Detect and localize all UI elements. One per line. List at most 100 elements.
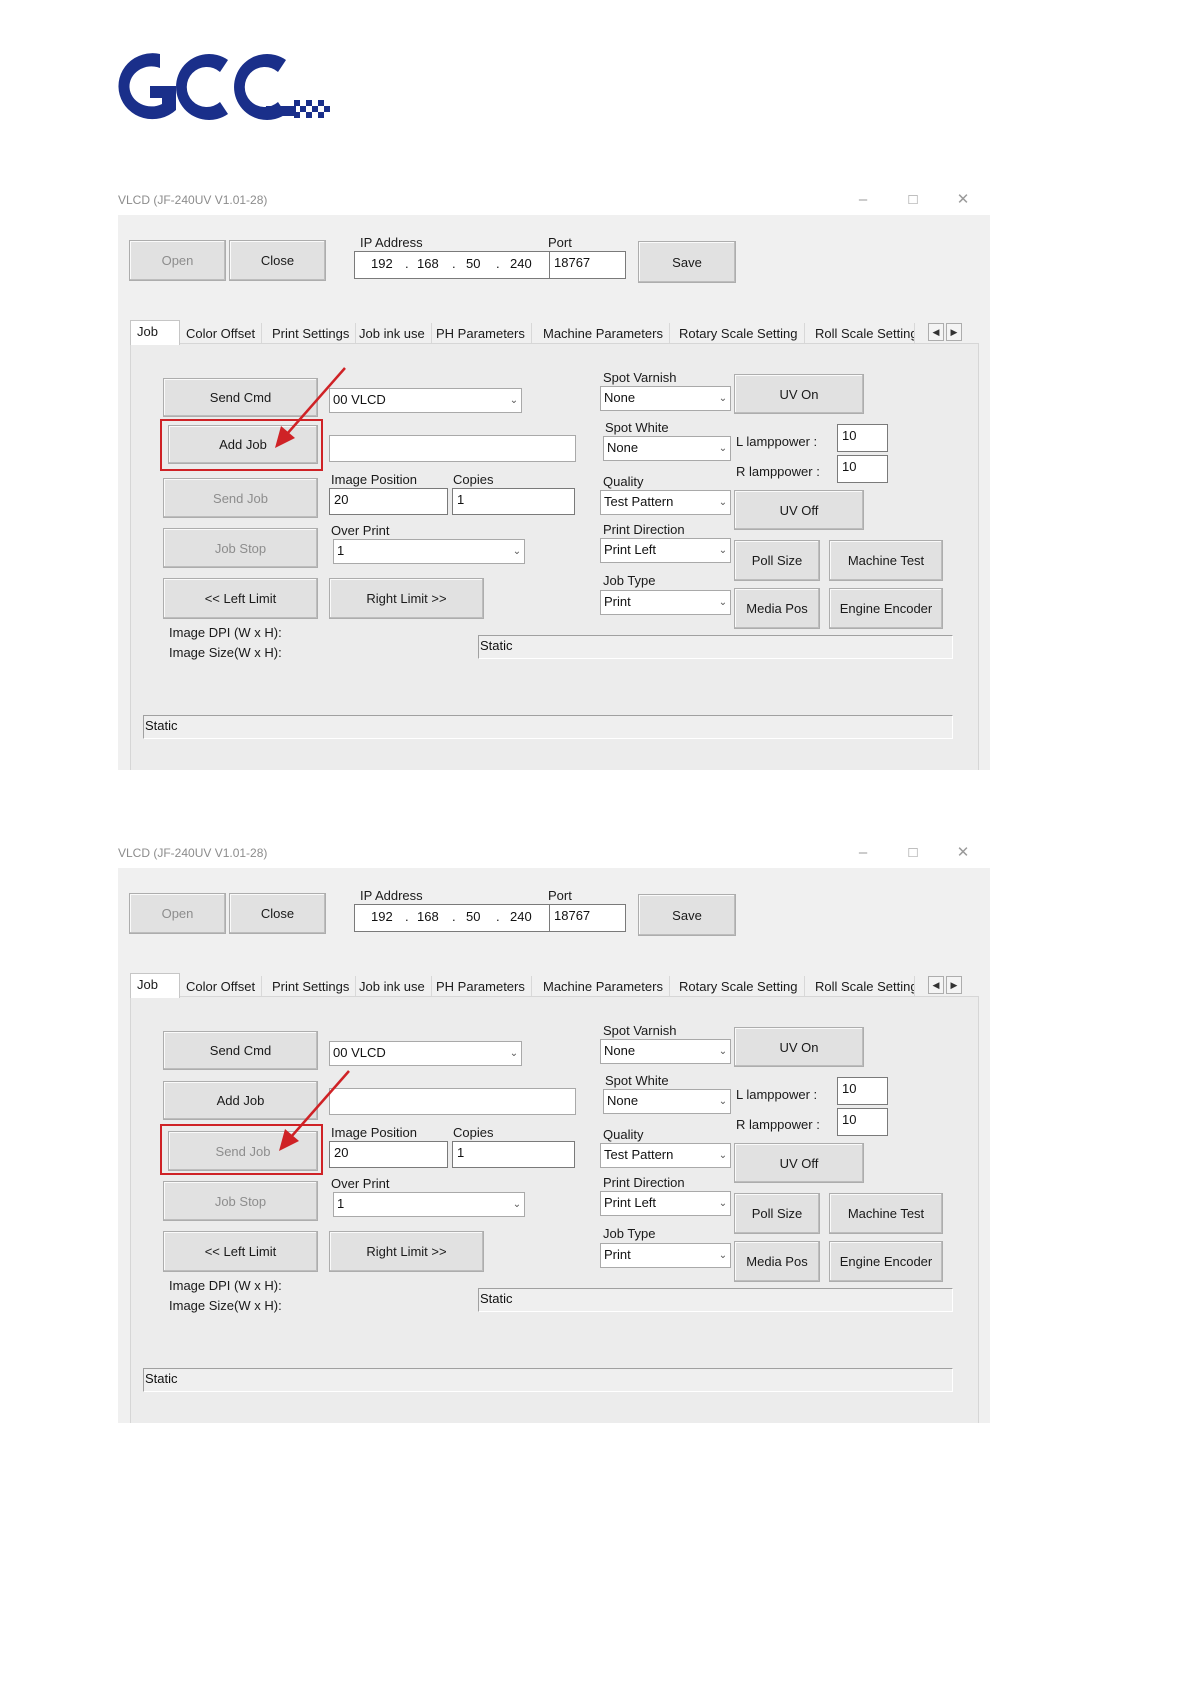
tab-job[interactable]: Job	[130, 320, 180, 345]
spot-varnish-select[interactable]: None	[600, 386, 731, 411]
close-button[interactable]: Close	[229, 893, 326, 934]
uv-off-button[interactable]: UV Off	[734, 1143, 864, 1183]
tab-print-settings[interactable]: Print Settings	[266, 323, 357, 344]
tab-color-offset[interactable]: Color Offset	[180, 976, 263, 997]
tab-job-ink-use[interactable]: Job ink use	[353, 323, 432, 344]
l-lamppower-label: L lamppower :	[736, 1087, 818, 1102]
close-button[interactable]: Close	[229, 240, 326, 281]
tab-rotary-scale-setting[interactable]: Rotary Scale Setting	[673, 976, 805, 997]
engine-encoder-button[interactable]: Engine Encoder	[829, 1241, 943, 1282]
send-job-button[interactable]: Send Job	[163, 478, 318, 518]
copies-input[interactable]: 1	[452, 488, 575, 515]
minimize-icon[interactable]: –	[851, 188, 875, 212]
ip-address-input[interactable]: 192 . 168 . 50 . 240	[354, 904, 550, 932]
image-position-input[interactable]: 20	[329, 488, 448, 515]
print-direction-select[interactable]: Print Left	[600, 538, 731, 563]
l-lamppower-input[interactable]: 10	[837, 1077, 888, 1105]
print-direction-select[interactable]: Print Left	[600, 1191, 731, 1216]
ip-octet-2: 168	[417, 909, 439, 924]
command-select[interactable]: 00 VLCD	[329, 388, 522, 413]
job-file-path[interactable]	[329, 1088, 576, 1115]
tab-job[interactable]: Job	[130, 973, 180, 998]
job-stop-button[interactable]: Job Stop	[163, 1181, 318, 1221]
spot-white-label: Spot White	[605, 420, 669, 435]
status-static-text: Static	[143, 715, 953, 739]
info-static-text: Static	[478, 1288, 953, 1312]
open-button[interactable]: Open	[129, 240, 226, 281]
port-input[interactable]: 18767	[549, 251, 626, 279]
tab-ph-parameters[interactable]: PH Parameters	[430, 976, 532, 997]
job-stop-button[interactable]: Job Stop	[163, 528, 318, 568]
tab-scroll-right-icon[interactable]: ▶	[946, 976, 962, 994]
quality-select[interactable]: Test Pattern	[600, 1143, 731, 1168]
copies-input[interactable]: 1	[452, 1141, 575, 1168]
image-position-label: Image Position	[331, 472, 417, 487]
r-lamppower-input[interactable]: 10	[837, 455, 888, 483]
job-file-path[interactable]	[329, 435, 576, 462]
send-cmd-button[interactable]: Send Cmd	[163, 1031, 318, 1070]
r-lamppower-input[interactable]: 10	[837, 1108, 888, 1136]
tab-roll-scale-setting[interactable]: Roll Scale Setting	[809, 323, 915, 344]
ip-address-input[interactable]: 192 . 168 . 50 . 240	[354, 251, 550, 279]
uv-off-button[interactable]: UV Off	[734, 490, 864, 530]
dialog-client: Open Close IP Address 192 . 168 . 50 . 2…	[118, 215, 990, 770]
poll-size-button[interactable]: Poll Size	[734, 540, 820, 581]
maximize-icon[interactable]: □	[901, 841, 925, 865]
save-button[interactable]: Save	[638, 894, 736, 936]
tab-scroll-left-icon[interactable]: ◀	[928, 976, 944, 994]
minimize-icon[interactable]: –	[851, 841, 875, 865]
media-pos-button[interactable]: Media Pos	[734, 588, 820, 629]
uv-on-button[interactable]: UV On	[734, 374, 864, 414]
tab-scroll-right-icon[interactable]: ▶	[946, 323, 962, 341]
info-static-text: Static	[478, 635, 953, 659]
poll-size-button[interactable]: Poll Size	[734, 1193, 820, 1234]
spot-varnish-select[interactable]: None	[600, 1039, 731, 1064]
close-icon[interactable]: ✕	[951, 188, 975, 212]
right-limit-button[interactable]: Right Limit >>	[329, 1231, 484, 1272]
tab-print-settings[interactable]: Print Settings	[266, 976, 357, 997]
chevron-down-icon: ⌄	[718, 1096, 728, 1107]
image-size-label: Image Size(W x H):	[169, 1298, 282, 1313]
spot-white-select[interactable]: None	[603, 1089, 731, 1114]
machine-test-button[interactable]: Machine Test	[829, 1193, 943, 1234]
l-lamppower-input[interactable]: 10	[837, 424, 888, 452]
left-limit-button[interactable]: << Left Limit	[163, 578, 318, 619]
spot-white-select[interactable]: None	[603, 436, 731, 461]
over-print-select[interactable]: 1	[333, 539, 525, 564]
right-limit-button[interactable]: Right Limit >>	[329, 578, 484, 619]
over-print-label: Over Print	[331, 523, 390, 538]
job-type-select[interactable]: Print	[600, 590, 731, 615]
image-size-label: Image Size(W x H):	[169, 645, 282, 660]
over-print-select[interactable]: 1	[333, 1192, 525, 1217]
job-tab-panel: Send Cmd 00 VLCD ⌄ Add Job Send Job Imag…	[130, 996, 979, 1423]
title-bar: VLCD (JF-240UV V1.01-28) – □ ✕	[118, 185, 990, 215]
tab-roll-scale-setting[interactable]: Roll Scale Setting	[809, 976, 915, 997]
tab-scroll-left-icon[interactable]: ◀	[928, 323, 944, 341]
open-button[interactable]: Open	[129, 893, 226, 934]
left-limit-button[interactable]: << Left Limit	[163, 1231, 318, 1272]
media-pos-button[interactable]: Media Pos	[734, 1241, 820, 1282]
tab-machine-parameters[interactable]: Machine Parameters	[537, 323, 670, 344]
over-print-label: Over Print	[331, 1176, 390, 1191]
tab-machine-parameters[interactable]: Machine Parameters	[537, 976, 670, 997]
title-bar: VLCD (JF-240UV V1.01-28) – □ ✕	[118, 838, 990, 868]
ip-dot: .	[405, 909, 409, 924]
close-icon[interactable]: ✕	[951, 841, 975, 865]
port-input[interactable]: 18767	[549, 904, 626, 932]
spot-varnish-label: Spot Varnish	[603, 370, 677, 385]
tab-job-ink-use[interactable]: Job ink use	[353, 976, 432, 997]
command-select[interactable]: 00 VLCD	[329, 1041, 522, 1066]
job-type-select[interactable]: Print	[600, 1243, 731, 1268]
tab-rotary-scale-setting[interactable]: Rotary Scale Setting	[673, 323, 805, 344]
machine-test-button[interactable]: Machine Test	[829, 540, 943, 581]
tab-ph-parameters[interactable]: PH Parameters	[430, 323, 532, 344]
engine-encoder-button[interactable]: Engine Encoder	[829, 588, 943, 629]
tab-color-offset[interactable]: Color Offset	[180, 323, 263, 344]
uv-on-button[interactable]: UV On	[734, 1027, 864, 1067]
chevron-down-icon: ⌄	[718, 1198, 728, 1209]
window-title: VLCD (JF-240UV V1.01-28)	[118, 193, 268, 207]
quality-select[interactable]: Test Pattern	[600, 490, 731, 515]
save-button[interactable]: Save	[638, 241, 736, 283]
ip-dot: .	[405, 256, 409, 271]
maximize-icon[interactable]: □	[901, 188, 925, 212]
